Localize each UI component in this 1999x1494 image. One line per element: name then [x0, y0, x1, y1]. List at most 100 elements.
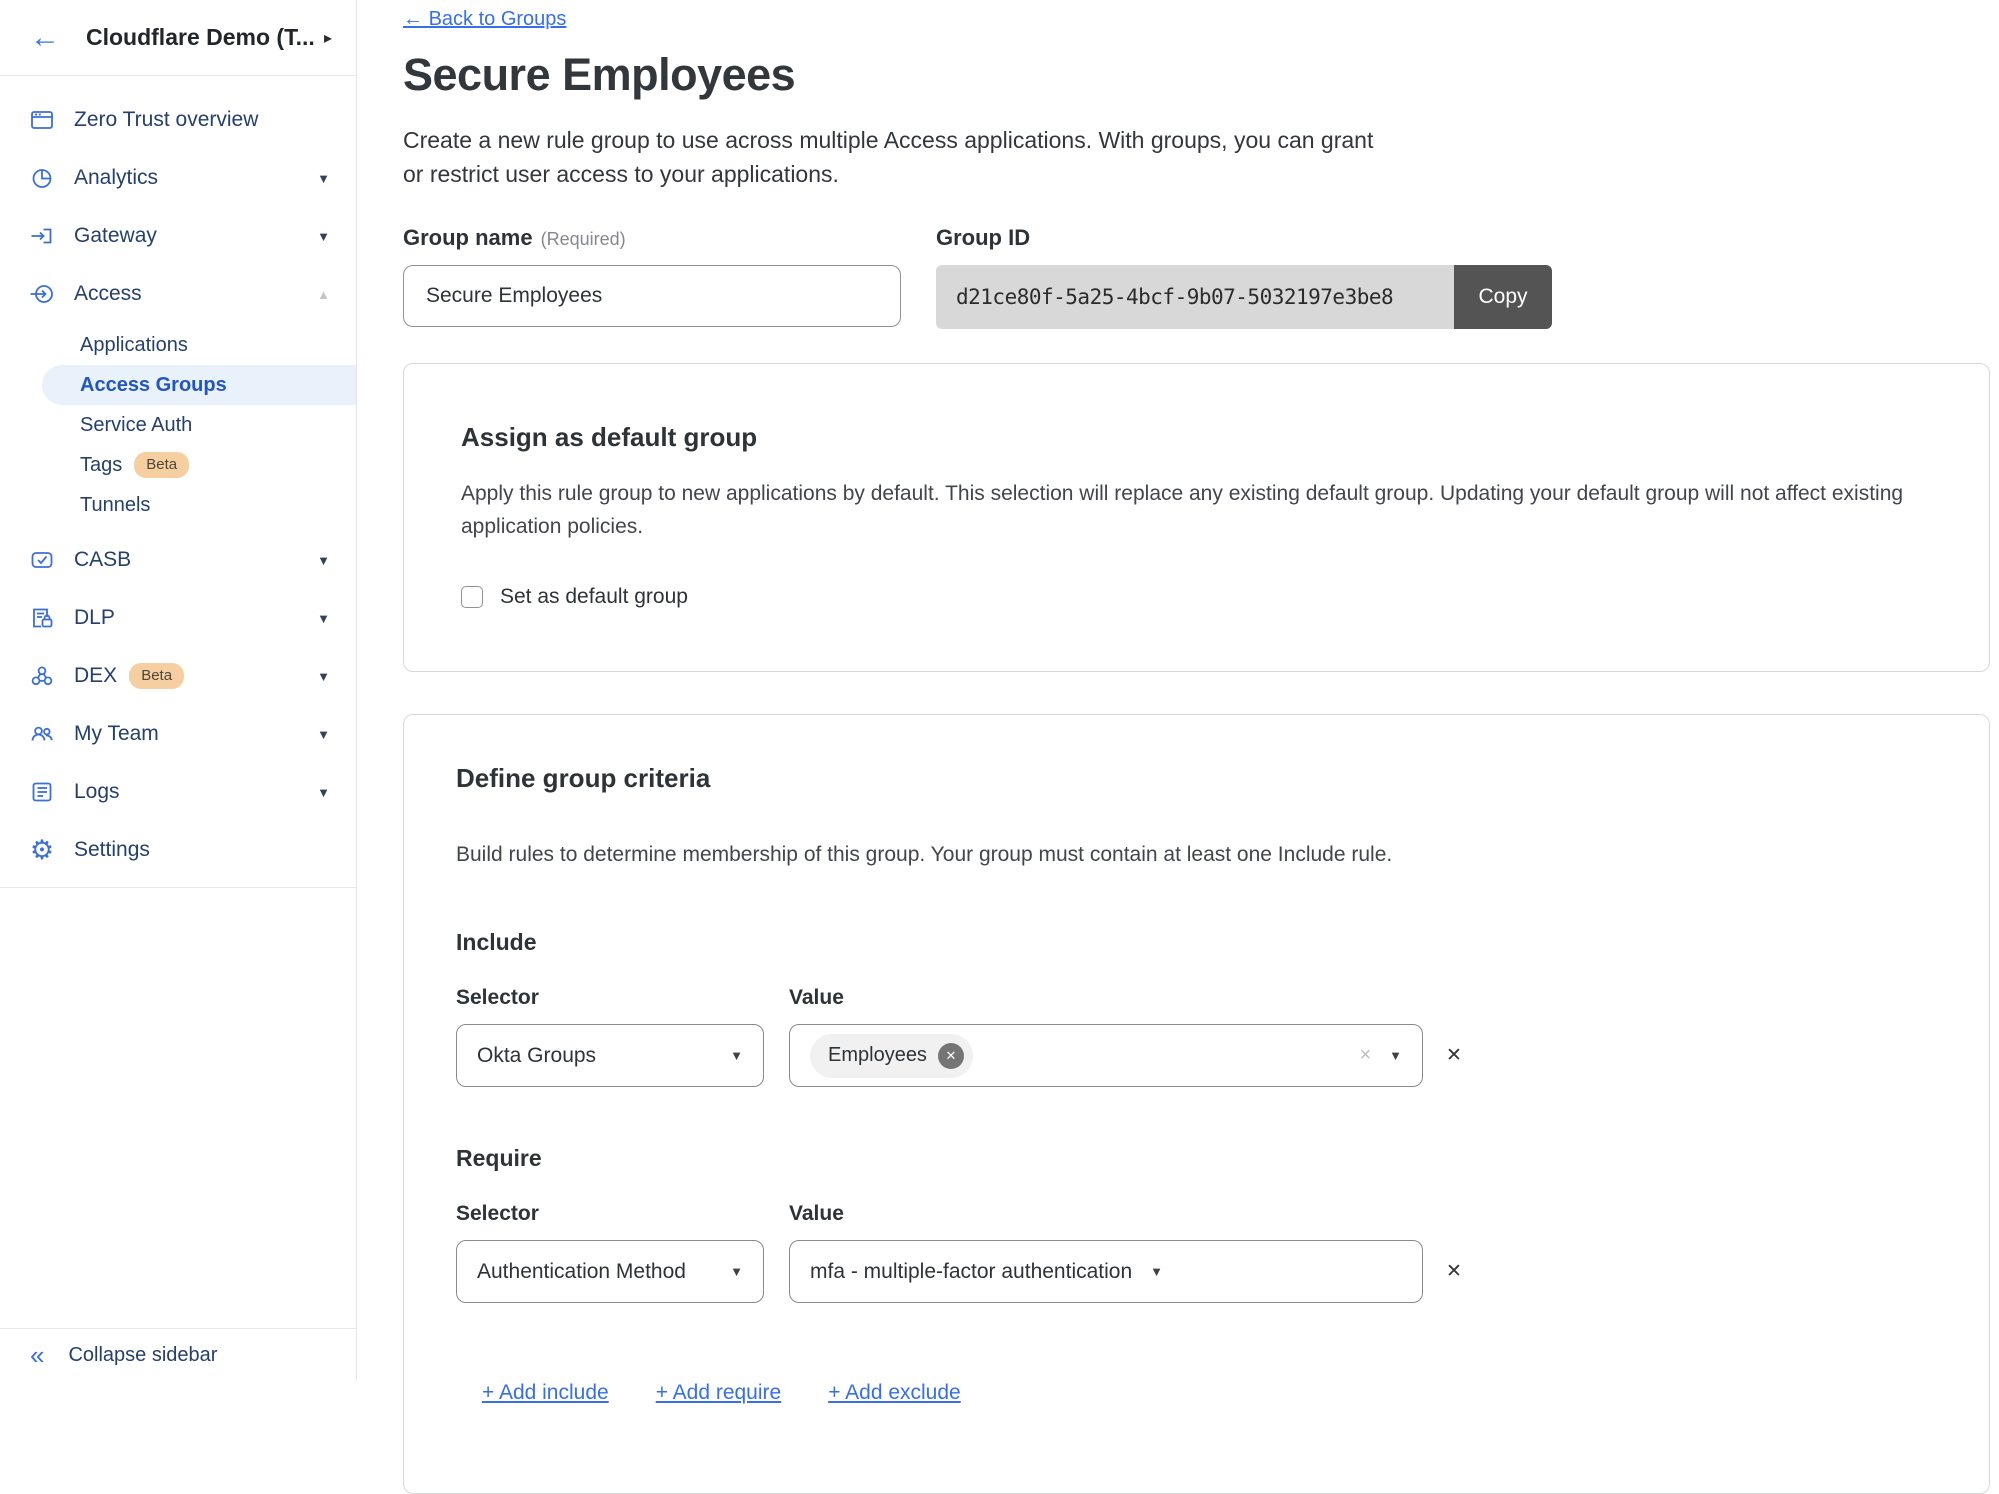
chevron-down-icon: ▼ — [730, 1048, 743, 1063]
sidebar-item-dlp[interactable]: DLP ▼ — [0, 589, 356, 647]
sidebar-item-service-auth[interactable]: Service Auth — [0, 405, 356, 445]
include-value-multiselect[interactable]: Employees ✕ × ▼ — [789, 1024, 1423, 1087]
sidebar-item-label: CASB — [74, 548, 131, 572]
group-name-field-group: Group name(Required) — [403, 225, 901, 329]
sidebar-item-settings[interactable]: ⚙ Settings — [0, 821, 356, 879]
sidebar-item-casb[interactable]: CASB ▼ — [0, 531, 356, 589]
add-rule-links: + Add include + Add require + Add exclud… — [456, 1381, 1937, 1405]
group-name-input[interactable] — [403, 265, 901, 327]
access-icon — [28, 280, 56, 308]
value-tag-label: Employees — [828, 1044, 927, 1067]
sidebar-item-label: Settings — [74, 838, 150, 862]
sidebar-item-label: Applications — [80, 334, 188, 357]
account-header: ← Cloudflare Demo (T... ▸ — [0, 0, 356, 76]
page-description: Create a new rule group to use across mu… — [403, 123, 1990, 191]
selector-label: Selector — [456, 986, 789, 1010]
set-default-checkbox[interactable] — [461, 586, 483, 608]
sidebar-item-dex[interactable]: DEX Beta ▼ — [0, 647, 356, 705]
criteria-body: Build rules to determine membership of t… — [456, 838, 1936, 871]
add-require-link[interactable]: + Add require — [656, 1381, 782, 1405]
chevron-down-icon: ▼ — [1389, 1048, 1402, 1063]
group-id-value: d21ce80f-5a25-4bcf-9b07-5032197e3be8 — [936, 265, 1454, 329]
sidebar-item-logs[interactable]: Logs ▼ — [0, 763, 356, 821]
dlp-icon — [28, 604, 56, 632]
require-value-dropdown[interactable]: mfa - multiple-factor authentication ▼ — [789, 1240, 1423, 1303]
remove-require-rule-icon[interactable]: ✕ — [1446, 1260, 1462, 1283]
sidebar-item-applications[interactable]: Applications — [0, 325, 356, 365]
main-content: ← Back to Groups Secure Employees Create… — [357, 0, 1999, 1381]
sidebar-item-access[interactable]: Access ▲ — [0, 265, 356, 323]
window-icon — [28, 106, 56, 134]
sidebar-item-zero-trust-overview[interactable]: Zero Trust overview — [0, 91, 356, 149]
collapse-label: Collapse sidebar — [68, 1344, 217, 1367]
pie-chart-icon — [28, 164, 56, 192]
clear-icon[interactable]: × — [1359, 1044, 1371, 1067]
sidebar-item-tags[interactable]: Tags Beta — [0, 445, 356, 485]
collapse-icon: « — [30, 1342, 44, 1368]
group-name-label: Group name(Required) — [403, 225, 901, 251]
remove-include-rule-icon[interactable]: ✕ — [1446, 1044, 1462, 1067]
sidebar-item-gateway[interactable]: Gateway ▼ — [0, 207, 356, 265]
sidebar-item-my-team[interactable]: My Team ▼ — [0, 705, 356, 763]
chevron-down-icon: ▼ — [317, 553, 330, 568]
include-selector-dropdown[interactable]: Okta Groups ▼ — [456, 1024, 764, 1087]
sidebar-item-label: Service Auth — [80, 414, 192, 437]
group-id-field-group: Group ID d21ce80f-5a25-4bcf-9b07-5032197… — [936, 225, 1552, 329]
back-arrow-icon[interactable]: ← — [30, 23, 60, 53]
set-default-checkbox-label: Set as default group — [500, 585, 688, 609]
sidebar-item-label: Gateway — [74, 224, 157, 248]
sidebar-item-access-groups[interactable]: Access Groups — [42, 365, 356, 405]
require-column-labels: Selector Value — [456, 1202, 1937, 1226]
team-icon — [28, 720, 56, 748]
description-line-1: Create a new rule group to use across mu… — [403, 123, 1990, 157]
sidebar-item-tunnels[interactable]: Tunnels — [0, 485, 356, 525]
account-expand-icon[interactable]: ▸ — [324, 28, 332, 48]
account-name[interactable]: Cloudflare Demo (T... — [86, 24, 315, 51]
sidebar-item-label: Analytics — [74, 166, 158, 190]
sidebar-item-label: Access — [74, 282, 142, 306]
value-tag: Employees ✕ — [810, 1034, 973, 1078]
require-selector-value: Authentication Method — [477, 1260, 686, 1284]
chevron-down-icon: ▼ — [317, 611, 330, 626]
require-rule-row: Authentication Method ▼ mfa - multiple-f… — [456, 1240, 1937, 1303]
chevron-down-icon: ▼ — [317, 229, 330, 244]
add-exclude-link[interactable]: + Add exclude — [828, 1381, 961, 1405]
collapse-sidebar-button[interactable]: « Collapse sidebar — [0, 1328, 356, 1381]
casb-icon — [28, 546, 56, 574]
include-column-labels: Selector Value — [456, 986, 1937, 1010]
criteria-title: Define group criteria — [456, 763, 1937, 794]
copy-button[interactable]: Copy — [1454, 265, 1552, 329]
sidebar-item-label: Tags — [80, 454, 122, 477]
sidebar-item-label: My Team — [74, 722, 159, 746]
sidebar: ← Cloudflare Demo (T... ▸ Zero Trust ove… — [0, 0, 357, 1381]
selector-label: Selector — [456, 1202, 789, 1226]
value-label: Value — [789, 1202, 844, 1226]
chevron-down-icon: ▼ — [317, 669, 330, 684]
required-hint: (Required) — [541, 229, 626, 249]
page-title: Secure Employees — [403, 49, 1990, 101]
dex-icon — [28, 662, 56, 690]
sidebar-item-label: DLP — [74, 606, 115, 630]
default-group-checkbox-row: Set as default group — [461, 585, 1932, 609]
sidebar-item-label: DEX — [74, 664, 117, 688]
back-to-groups-link[interactable]: ← Back to Groups — [403, 8, 566, 31]
include-heading: Include — [456, 929, 1937, 956]
sidebar-item-label: Tunnels — [80, 494, 150, 517]
gateway-icon — [28, 222, 56, 250]
chevron-up-icon: ▲ — [317, 287, 330, 302]
default-group-title: Assign as default group — [461, 422, 1932, 453]
chevron-down-icon: ▼ — [317, 785, 330, 800]
tag-remove-icon[interactable]: ✕ — [938, 1043, 964, 1069]
sidebar-divider — [0, 887, 356, 888]
chevron-down-icon: ▼ — [730, 1264, 743, 1279]
add-include-link[interactable]: + Add include — [482, 1381, 609, 1405]
require-heading: Require — [456, 1145, 1937, 1172]
beta-badge: Beta — [134, 452, 189, 478]
group-form-row: Group name(Required) Group ID d21ce80f-5… — [403, 225, 1990, 329]
beta-badge: Beta — [129, 663, 184, 689]
chevron-down-icon: ▼ — [317, 171, 330, 186]
require-selector-dropdown[interactable]: Authentication Method ▼ — [456, 1240, 764, 1303]
access-submenu: Applications Access Groups Service Auth … — [0, 325, 356, 525]
sidebar-item-analytics[interactable]: Analytics ▼ — [0, 149, 356, 207]
require-value: mfa - multiple-factor authentication — [810, 1260, 1132, 1284]
